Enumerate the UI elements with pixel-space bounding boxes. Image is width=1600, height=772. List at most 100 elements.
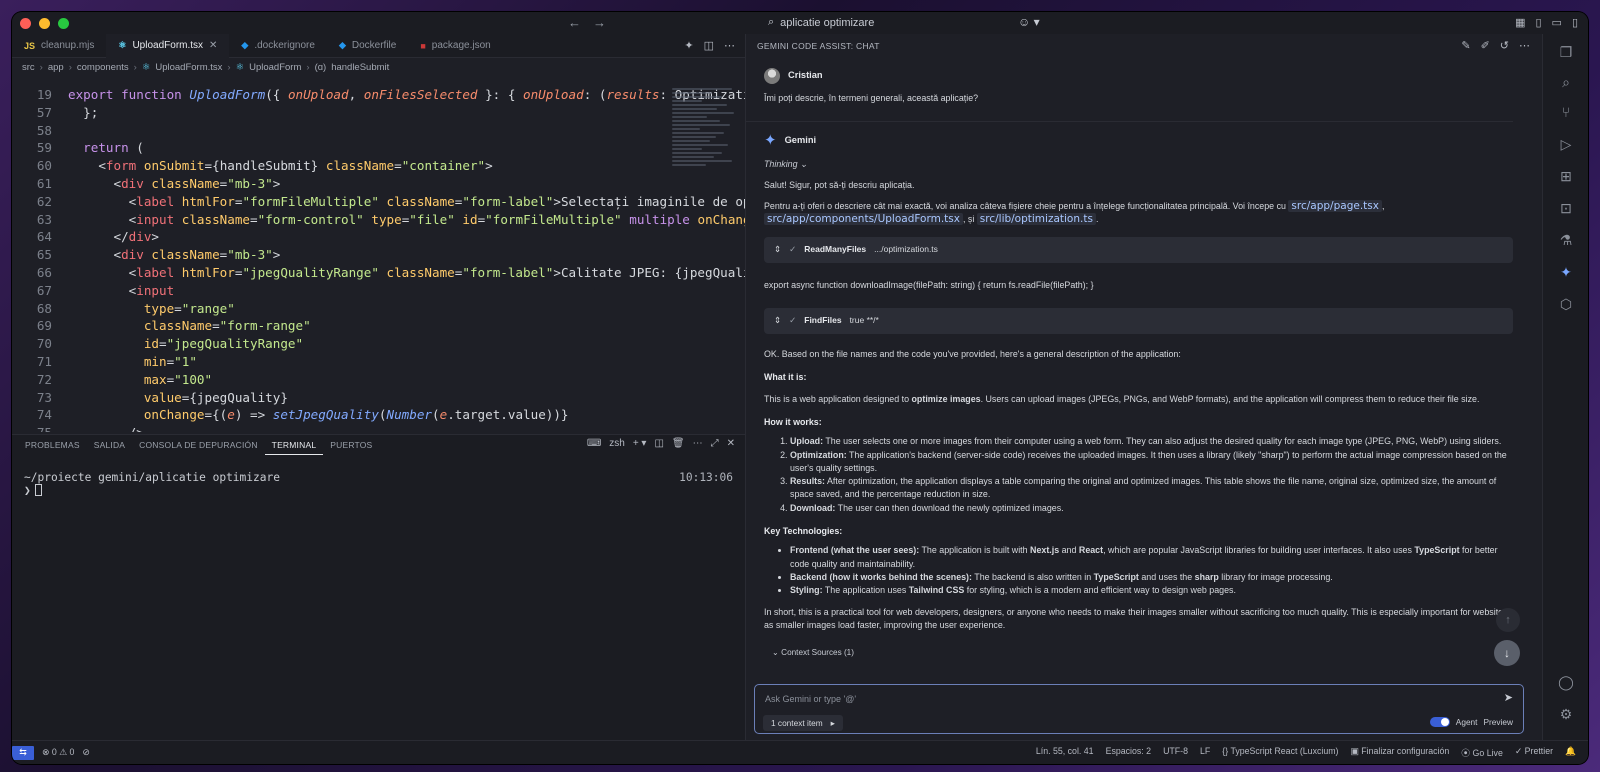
code-line[interactable]: 64 </div> (12, 228, 745, 246)
code-line[interactable]: 73 value={jpegQuality} (12, 389, 745, 407)
copilot-icon[interactable]: ☺ ▾ (1018, 15, 1040, 29)
code-line[interactable]: 19 export function UploadForm({ onUpload,… (12, 86, 745, 104)
line-ending[interactable]: LF (1200, 746, 1210, 759)
command-center[interactable]: ⌕ aplicatie optimizare (768, 16, 874, 29)
code-line[interactable]: 72 max="100" (12, 371, 745, 389)
explorer-icon[interactable]: ❐ (1556, 42, 1576, 62)
tab-dockerignore[interactable]: ◆ .dockerignore (229, 34, 327, 58)
more-actions-icon[interactable]: ⋯ (724, 39, 735, 52)
terminal-output[interactable]: ~/proiecte gemini/aplicatie optimizare ❯… (12, 455, 745, 513)
code-line[interactable]: 75 /> (12, 424, 745, 432)
code-line[interactable]: 71 min="1" (12, 353, 745, 371)
scroll-up-button[interactable]: ↑ (1496, 608, 1520, 632)
search-icon[interactable]: ⌕ (1556, 72, 1576, 92)
toggle-sidebar-icon[interactable]: ▯ (1535, 16, 1541, 29)
tab-terminal[interactable]: TERMINAL (264, 435, 324, 455)
tab-cleanup[interactable]: JS cleanup.mjs (12, 34, 106, 58)
context-item-button[interactable]: 1 context item ▸ (763, 715, 843, 731)
tab-output[interactable]: SALIDA (87, 435, 132, 455)
prettier[interactable]: ✓ Prettier (1515, 746, 1553, 759)
file-reference[interactable]: src/app/page.tsx (1288, 200, 1382, 213)
close-tab-icon[interactable]: ✕ (209, 40, 217, 51)
more-actions-icon[interactable]: ⋯ (1519, 39, 1530, 52)
new-terminal-icon[interactable]: + ▾ (633, 438, 647, 449)
remote-indicator-icon[interactable]: ⇆ (12, 745, 34, 760)
scroll-down-button[interactable]: ↓ (1494, 640, 1520, 666)
code-line[interactable]: 70 id="jpegQualityRange" (12, 335, 745, 353)
bell-icon[interactable]: 🔔 (1565, 746, 1576, 759)
code-line[interactable]: 57 }; (12, 104, 745, 122)
remote-explorer-icon[interactable]: ⊡ (1556, 198, 1576, 218)
code-line[interactable]: 63 <input className="form-control" type=… (12, 211, 745, 229)
encoding[interactable]: UTF-8 (1163, 746, 1188, 759)
gemini-icon[interactable]: ✦ (1556, 262, 1576, 282)
finalize-config[interactable]: ▣ Finalizar configuración (1350, 746, 1449, 759)
tab-debug-console[interactable]: CONSOLA DE DEPURACIÓN (132, 435, 265, 455)
extensions-icon[interactable]: ⊞ (1556, 166, 1576, 186)
tab-problems[interactable]: PROBLEMAS (18, 435, 87, 455)
layout-icon[interactable]: ▦ (1515, 16, 1525, 29)
code-line[interactable]: 59 return ( (12, 139, 745, 157)
code-editor[interactable]: 19 export function UploadForm({ onUpload,… (12, 86, 745, 432)
gear-icon[interactable]: ⚙ (1556, 704, 1576, 724)
minimap[interactable] (672, 86, 742, 206)
tab-ports[interactable]: PUERTOS (323, 435, 379, 455)
code-line[interactable]: 60 <form onSubmit={handleSubmit} classNa… (12, 157, 745, 175)
code-line[interactable]: 65 <div className="mb-3"> (12, 246, 745, 264)
chat-transcript[interactable]: Cristian Îmi poți descrie, în termeni ge… (746, 58, 1531, 668)
new-chat-icon[interactable]: ✎ (1461, 39, 1470, 52)
send-icon[interactable]: ➤ (1504, 691, 1513, 704)
go-live[interactable]: ⦿ Go Live (1461, 746, 1503, 759)
code-line[interactable]: 66 <label htmlFor="jpegQualityRange" cla… (12, 264, 745, 282)
problems-status[interactable]: ⊗ 0 ⚠ 0 (42, 747, 74, 758)
thinking-toggle[interactable]: Thinking ⌄ (764, 158, 1513, 171)
code-line[interactable]: 62 <label htmlFor="formFileMultiple" cla… (12, 193, 745, 211)
tab-uploadform[interactable]: ⚛ UploadForm.tsx ✕ (106, 33, 230, 58)
file-reference[interactable]: src/app/components/UploadForm.tsx (764, 213, 963, 226)
maximize-window-button[interactable] (58, 17, 69, 29)
testing-icon[interactable]: ⚗ (1556, 230, 1576, 250)
code-line[interactable]: 67 <input (12, 282, 745, 300)
indentation[interactable]: Espacios: 2 (1106, 746, 1151, 759)
maximize-panel-icon[interactable]: ⤢ (711, 438, 719, 449)
tab-dockerfile[interactable]: ◆ Dockerfile (327, 34, 408, 58)
back-arrow-icon[interactable]: ← (568, 15, 581, 30)
breadcrumb-item[interactable]: components (77, 62, 129, 73)
terminal-shell-label[interactable]: zsh (609, 438, 625, 449)
split-terminal-icon[interactable]: ◫ (654, 438, 663, 449)
toggle-panel-icon[interactable]: ▭ (1552, 16, 1562, 29)
containers-icon[interactable]: ⬡ (1556, 294, 1576, 314)
history-icon[interactable]: ↺ (1500, 39, 1509, 52)
split-editor-icon[interactable]: ◫ (704, 39, 714, 52)
tool-call-readmanyfiles[interactable]: ⇕ ✓ ReadManyFiles .../optimization.ts (764, 236, 1513, 263)
forward-arrow-icon[interactable]: → (593, 15, 606, 30)
breadcrumb-item[interactable]: handleSubmit (331, 62, 389, 73)
source-control-icon[interactable]: ⑂ (1556, 102, 1576, 122)
agent-toggle[interactable] (1429, 717, 1450, 727)
code-line[interactable]: 68 type="range" (12, 300, 745, 318)
tab-package-json[interactable]: ■ package.json (408, 34, 502, 58)
code-line[interactable]: 74 onChange={(e) => setJpegQuality(Numbe… (12, 406, 745, 424)
breadcrumb-item[interactable]: src (22, 62, 35, 73)
minimize-window-button[interactable] (39, 17, 50, 29)
toggle-secondary-sidebar-icon[interactable]: ▯ (1572, 16, 1578, 29)
breadcrumb-item[interactable]: UploadForm.tsx (155, 62, 222, 73)
trash-icon[interactable]: 🗑 (672, 438, 685, 449)
run-debug-icon[interactable]: ▷ (1556, 134, 1576, 154)
more-actions-icon[interactable]: ⋯ (693, 438, 703, 449)
account-icon[interactable]: ◯ (1556, 672, 1576, 692)
code-line[interactable]: 69 className="form-range" (12, 317, 745, 335)
close-panel-icon[interactable]: ✕ (727, 438, 735, 449)
sparkle-icon[interactable]: ✦ (684, 39, 693, 52)
breadcrumb-item[interactable]: UploadForm (249, 62, 301, 73)
code-line[interactable]: 58 (12, 122, 745, 140)
ports-icon[interactable]: ⊘ (82, 747, 89, 758)
language-mode[interactable]: {} TypeScript React (Luxcium) (1222, 746, 1338, 759)
code-line[interactable]: 61 <div className="mb-3"> (12, 175, 745, 193)
chat-input[interactable] (765, 691, 1495, 707)
edit-icon[interactable]: ✐ (1481, 39, 1490, 52)
tool-call-findfiles[interactable]: ⇕ ✓ FindFiles true **/* (764, 308, 1513, 335)
cursor-position[interactable]: Lín. 55, col. 41 (1036, 746, 1094, 759)
breadcrumb-item[interactable]: app (48, 62, 64, 73)
close-window-button[interactable] (20, 17, 31, 29)
